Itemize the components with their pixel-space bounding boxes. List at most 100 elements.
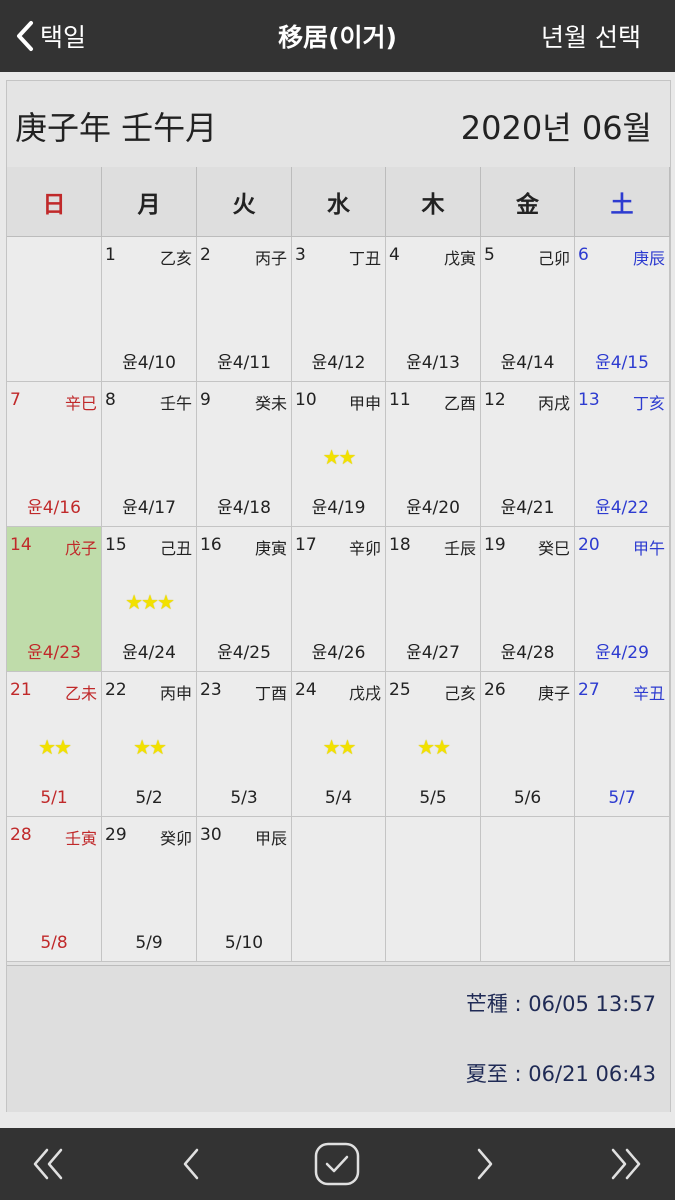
calendar-week-row: 7 辛巳 윤4/16 8 壬午 윤4/17 9 癸未 윤4/18 10 甲申 ★★ 윤4/19 11 乙酉 윤… [7,382,670,527]
lunar-date: 윤4/14 [500,353,555,373]
day-number: 28 [10,825,32,845]
day-number: 19 [484,535,506,555]
day-number: 15 [105,535,127,555]
next-year-button[interactable] [600,1142,650,1186]
calendar-week-row: 1 乙亥 윤4/10 2 丙子 윤4/11 3 丁丑 윤4/12 4 戊寅 윤4/13 5 己卯 윤4/14… [7,237,670,382]
calendar-day-cell[interactable]: 30 甲辰 5/10 [197,817,292,962]
day-ganzhi: 己卯 [537,249,570,268]
calendar-day-cell[interactable]: 13 丁亥 윤4/22 [575,382,670,527]
calendar-empty-cell [386,817,481,962]
day-ganzhi: 戊戌 [348,684,381,703]
day-number: 25 [389,680,411,700]
day-number: 20 [578,535,600,555]
day-ganzhi: 丁丑 [348,249,381,268]
day-number: 11 [389,390,411,410]
day-number: 10 [295,390,317,410]
calendar-day-cell[interactable]: 6 庚辰 윤4/15 [575,237,670,382]
calendar-day-cell[interactable]: 19 癸巳 윤4/28 [481,527,575,672]
checkmark-circle-icon [314,1142,360,1186]
calendar-day-cell[interactable]: 22 丙申 ★★ 5/2 [102,672,197,817]
next-month-button[interactable] [460,1142,510,1186]
lunar-date: 윤4/15 [595,353,649,373]
day-ganzhi: 庚辰 [632,249,665,268]
day-ganzhi: 丙戌 [537,394,570,413]
day-number: 7 [10,390,21,410]
lunar-date: 5/10 [224,933,264,953]
lunar-date: 5/8 [40,933,68,953]
calendar-day-cell[interactable]: 21 乙未 ★★ 5/1 [7,672,102,817]
day-number: 29 [105,825,127,845]
day-number: 8 [105,390,116,410]
calendar-day-cell[interactable]: 28 壬寅 5/8 [7,817,102,962]
lunar-date: 윤4/28 [500,643,555,663]
day-number: 9 [200,390,211,410]
calendar-day-cell[interactable]: 3 丁丑 윤4/12 [292,237,386,382]
calendar-day-cell[interactable]: 12 丙戌 윤4/21 [481,382,575,527]
lunar-date: 윤4/11 [217,353,271,373]
calendar-empty-cell [292,817,386,962]
year-month-select-button[interactable]: 년월 선택 [541,18,641,54]
weekday-header: 火 [197,167,292,237]
calendar-day-cell[interactable]: 27 辛丑 5/7 [575,672,670,817]
day-ganzhi: 甲辰 [254,829,287,848]
lunar-date: 5/6 [513,788,542,808]
calendar-day-cell[interactable]: 7 辛巳 윤4/16 [7,382,102,527]
star-rating-icon: ★★ [417,735,451,759]
day-ganzhi: 乙亥 [159,249,192,268]
lunar-date: 윤4/20 [406,498,460,518]
calendar-empty-cell [7,237,102,382]
calendar-day-cell[interactable]: 8 壬午 윤4/17 [102,382,197,527]
lunar-date: 윤4/22 [595,498,649,518]
bottom-toolbar [0,1128,675,1200]
calendar-day-cell[interactable]: 10 甲申 ★★ 윤4/19 [292,382,386,527]
lunar-date: 5/1 [40,788,68,808]
calendar-day-cell[interactable]: 16 庚寅 윤4/25 [197,527,292,672]
double-chevron-left-icon [33,1148,63,1180]
calendar-day-cell[interactable]: 11 乙酉 윤4/20 [386,382,481,527]
weekday-header: 土 [575,167,670,237]
day-ganzhi: 戊子 [64,539,97,558]
day-ganzhi: 癸卯 [159,829,192,848]
calendar-day-cell[interactable]: 1 乙亥 윤4/10 [102,237,197,382]
day-number: 14 [10,535,32,555]
lunar-date: 윤4/13 [406,353,460,373]
calendar-day-cell[interactable]: 24 戊戌 ★★ 5/4 [292,672,386,817]
calendar-week-row: 14 戊子 윤4/23 15 己丑 ★★★ 윤4/24 16 庚寅 윤4/25 17 辛卯 윤4/26 1… [7,527,670,672]
day-number: 21 [10,680,32,700]
day-ganzhi: 壬寅 [64,829,97,848]
lunar-date: 5/7 [608,788,636,808]
calendar-day-cell[interactable]: 9 癸未 윤4/18 [197,382,292,527]
calendar-day-cell[interactable]: 2 丙子 윤4/11 [197,237,292,382]
day-number: 27 [578,680,600,700]
lunar-date: 윤4/18 [217,498,271,518]
weekday-header: 日 [7,167,102,237]
calendar-day-cell[interactable]: 5 己卯 윤4/14 [481,237,575,382]
day-ganzhi: 乙酉 [443,394,476,413]
calendar-day-cell[interactable]: 17 辛卯 윤4/26 [292,527,386,672]
calendar-day-cell[interactable]: 20 甲午 윤4/29 [575,527,670,672]
lunar-date: 윤4/26 [311,643,366,663]
prev-year-button[interactable] [24,1142,74,1186]
lunar-date: 윤4/10 [122,353,176,373]
calendar-day-cell[interactable]: 4 戊寅 윤4/13 [386,237,481,382]
calendar-day-cell[interactable]: 18 壬辰 윤4/27 [386,527,481,672]
calendar-day-cell[interactable]: 26 庚子 5/6 [481,672,575,817]
calendar-panel: 庚子年 壬午月 2020년 06월 日月火水木金土 1 乙亥 윤4/10 2 丙子 윤4/… [6,80,671,1112]
calendar-day-cell[interactable]: 25 己亥 ★★ 5/5 [386,672,481,817]
day-ganzhi: 丙申 [159,684,192,703]
calendar-grid: 日月火水木金土 1 乙亥 윤4/10 2 丙子 윤4/11 3 丁丑 윤4/12 4 戊寅 윤4/13… [7,167,670,962]
calendar-day-cell[interactable]: 29 癸卯 5/9 [102,817,197,962]
confirm-button[interactable] [312,1142,362,1186]
solar-term-haji: 夏至 : 06/21 06:43 [465,1062,656,1086]
calendar-day-cell[interactable]: 15 己丑 ★★★ 윤4/24 [102,527,197,672]
day-ganzhi: 丁酉 [254,684,287,703]
prev-month-button[interactable] [166,1142,216,1186]
calendar-week-row: 28 壬寅 5/8 29 癸卯 5/9 30 甲辰 5/10 [7,817,670,962]
calendar-day-cell[interactable]: 23 丁酉 5/3 [197,672,292,817]
solar-term-mangzhong: 芒種 : 06/05 13:57 [465,992,656,1016]
calendar-day-cell[interactable]: 14 戊子 윤4/23 [7,527,102,672]
day-number: 18 [389,535,411,555]
star-rating-icon: ★★ [322,735,357,759]
day-number: 30 [200,825,222,845]
weekday-header-row: 日月火水木金土 [7,167,670,237]
